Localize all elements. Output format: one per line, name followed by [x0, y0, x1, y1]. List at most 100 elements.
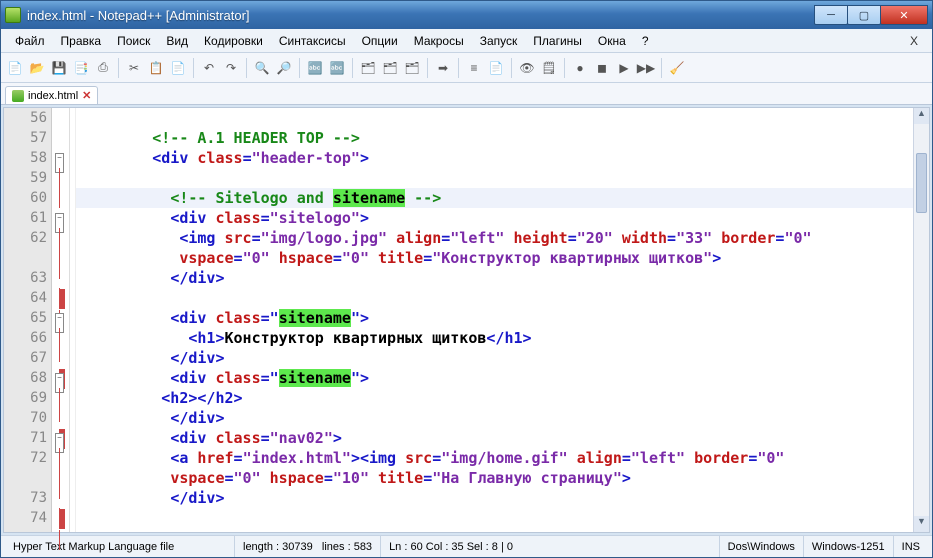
fold-cell[interactable]	[52, 108, 69, 128]
fold-cell[interactable]	[52, 128, 69, 148]
toolbar-button[interactable]: 📋	[146, 58, 166, 78]
menu-правка[interactable]: Правка	[53, 32, 110, 50]
code-line[interactable]: <div class="nav02">	[76, 428, 913, 448]
fold-cell[interactable]	[52, 408, 69, 428]
menu-синтаксисы[interactable]: Синтаксисы	[271, 32, 354, 50]
tab-index-html[interactable]: index.html ✕	[5, 86, 98, 104]
fold-cell[interactable]	[52, 188, 69, 208]
fold-cell[interactable]: −	[52, 428, 69, 448]
toolbar-button[interactable]: 📄	[168, 58, 188, 78]
fold-cell[interactable]	[52, 268, 69, 288]
minimize-button[interactable]: ─	[814, 5, 848, 25]
toolbar-button[interactable]: ●	[570, 58, 590, 78]
toolbar-button[interactable]: 🗂	[380, 58, 400, 78]
fold-cell[interactable]	[52, 468, 69, 488]
code-line[interactable]: </div>	[76, 408, 913, 428]
fold-cell[interactable]	[52, 448, 69, 468]
scroll-up-icon[interactable]: ▲	[914, 108, 929, 124]
fold-cell[interactable]	[52, 168, 69, 188]
toolbar-button[interactable]: 🔍	[252, 58, 272, 78]
toolbar-button[interactable]: ✂	[124, 58, 144, 78]
close-icon[interactable]: ✕	[82, 89, 91, 102]
maximize-button[interactable]: ▢	[847, 5, 881, 25]
scroll-down-icon[interactable]: ▼	[914, 516, 929, 532]
fold-cell[interactable]	[52, 228, 69, 248]
status-length: length : 30739	[243, 541, 313, 553]
code-line[interactable]: <!-- A.1 HEADER TOP -->	[76, 128, 913, 148]
menu-файл[interactable]: Файл	[7, 32, 53, 50]
toolbar-button[interactable]: ▶▶	[636, 58, 656, 78]
toolbar-button[interactable]: 📄	[486, 58, 506, 78]
code-line[interactable]: </div>	[76, 268, 913, 288]
code-line[interactable]	[76, 108, 913, 128]
toolbar-button[interactable]: 💾	[49, 58, 69, 78]
code-line[interactable]: <!-- Sitelogo and sitename -->	[76, 188, 913, 208]
code-area[interactable]: <!-- A.1 HEADER TOP --> <div class="head…	[76, 108, 913, 532]
scrollbar-thumb[interactable]	[916, 153, 927, 213]
line-number: 60	[4, 188, 51, 208]
fold-cell[interactable]: −	[52, 368, 69, 388]
fold-cell[interactable]: −	[52, 308, 69, 328]
code-line[interactable]	[76, 168, 913, 188]
code-line[interactable]: <div class="header-top">	[76, 148, 913, 168]
code-line[interactable]: <img src="img/logo.jpg" align="left" hei…	[76, 228, 913, 248]
toolbar-button[interactable]: ◼	[592, 58, 612, 78]
code-line[interactable]	[76, 508, 913, 528]
fold-cell[interactable]	[52, 248, 69, 268]
toolbar-button[interactable]: 🧹	[667, 58, 687, 78]
code-line[interactable]: <h1>Конструктор квартирных щитков</h1>	[76, 328, 913, 348]
toolbar-button[interactable]: ▶	[614, 58, 634, 78]
fold-column[interactable]: − − − − −	[52, 108, 70, 532]
toolbar-separator	[427, 58, 428, 78]
toolbar-separator	[458, 58, 459, 78]
toolbar-button[interactable]: 📄	[5, 58, 25, 78]
code-line[interactable]: </div>	[76, 488, 913, 508]
menu-макросы[interactable]: Макросы	[406, 32, 472, 50]
fold-cell[interactable]: −	[52, 148, 69, 168]
toolbar-button[interactable]: ➡	[433, 58, 453, 78]
toolbar-button[interactable]: 🔎	[274, 58, 294, 78]
fold-cell[interactable]	[52, 508, 69, 528]
toolbar-button[interactable]: 📑	[71, 58, 91, 78]
menu-поиск[interactable]: Поиск	[109, 32, 158, 50]
code-line[interactable]: <div class="sitelogo">	[76, 208, 913, 228]
menu-вид[interactable]: Вид	[158, 32, 196, 50]
line-number: 57	[4, 128, 51, 148]
toolbar-button[interactable]: 👁	[517, 58, 537, 78]
menu-кодировки[interactable]: Кодировки	[196, 32, 271, 50]
toolbar-button[interactable]: ⎙	[93, 58, 113, 78]
fold-cell[interactable]: −	[52, 208, 69, 228]
fold-cell[interactable]	[52, 288, 69, 308]
menu-?[interactable]: ?	[634, 32, 657, 50]
toolbar-separator	[193, 58, 194, 78]
menu-плагины[interactable]: Плагины	[525, 32, 590, 50]
vertical-scrollbar[interactable]: ▲ ▼	[913, 108, 929, 532]
code-line[interactable]: vspace="0" hspace="10" title="На Главную…	[76, 468, 913, 488]
toolbar-button[interactable]: 🔤	[327, 58, 347, 78]
menu-запуск[interactable]: Запуск	[472, 32, 526, 50]
fold-cell[interactable]	[52, 388, 69, 408]
toolbar-button[interactable]: 🗂	[402, 58, 422, 78]
menu-окна[interactable]: Окна	[590, 32, 634, 50]
toolbar-button[interactable]: 🗒	[539, 58, 559, 78]
code-line[interactable]: <div class="sitename">	[76, 308, 913, 328]
fold-cell[interactable]	[52, 348, 69, 368]
toolbar-button[interactable]: ↶	[199, 58, 219, 78]
toolbar-button[interactable]: ≡	[464, 58, 484, 78]
close-button[interactable]: ✕	[880, 5, 928, 25]
code-line[interactable]	[76, 288, 913, 308]
toolbar-button[interactable]: ↷	[221, 58, 241, 78]
close-doc-button[interactable]: X	[902, 32, 926, 50]
code-line[interactable]: vspace="0" hspace="0" title="Конструктор…	[76, 248, 913, 268]
code-line[interactable]: <div class="sitename">	[76, 368, 913, 388]
toolbar-button[interactable]: 🗂	[358, 58, 378, 78]
menu-опции[interactable]: Опции	[354, 32, 406, 50]
toolbar-separator	[118, 58, 119, 78]
toolbar-button[interactable]: 🔤	[305, 58, 325, 78]
code-line[interactable]: </div>	[76, 348, 913, 368]
code-line[interactable]: <a href="index.html"><img src="img/home.…	[76, 448, 913, 468]
toolbar-button[interactable]: 📂	[27, 58, 47, 78]
fold-cell[interactable]	[52, 328, 69, 348]
fold-cell[interactable]	[52, 488, 69, 508]
code-line[interactable]: <h2></h2>	[76, 388, 913, 408]
